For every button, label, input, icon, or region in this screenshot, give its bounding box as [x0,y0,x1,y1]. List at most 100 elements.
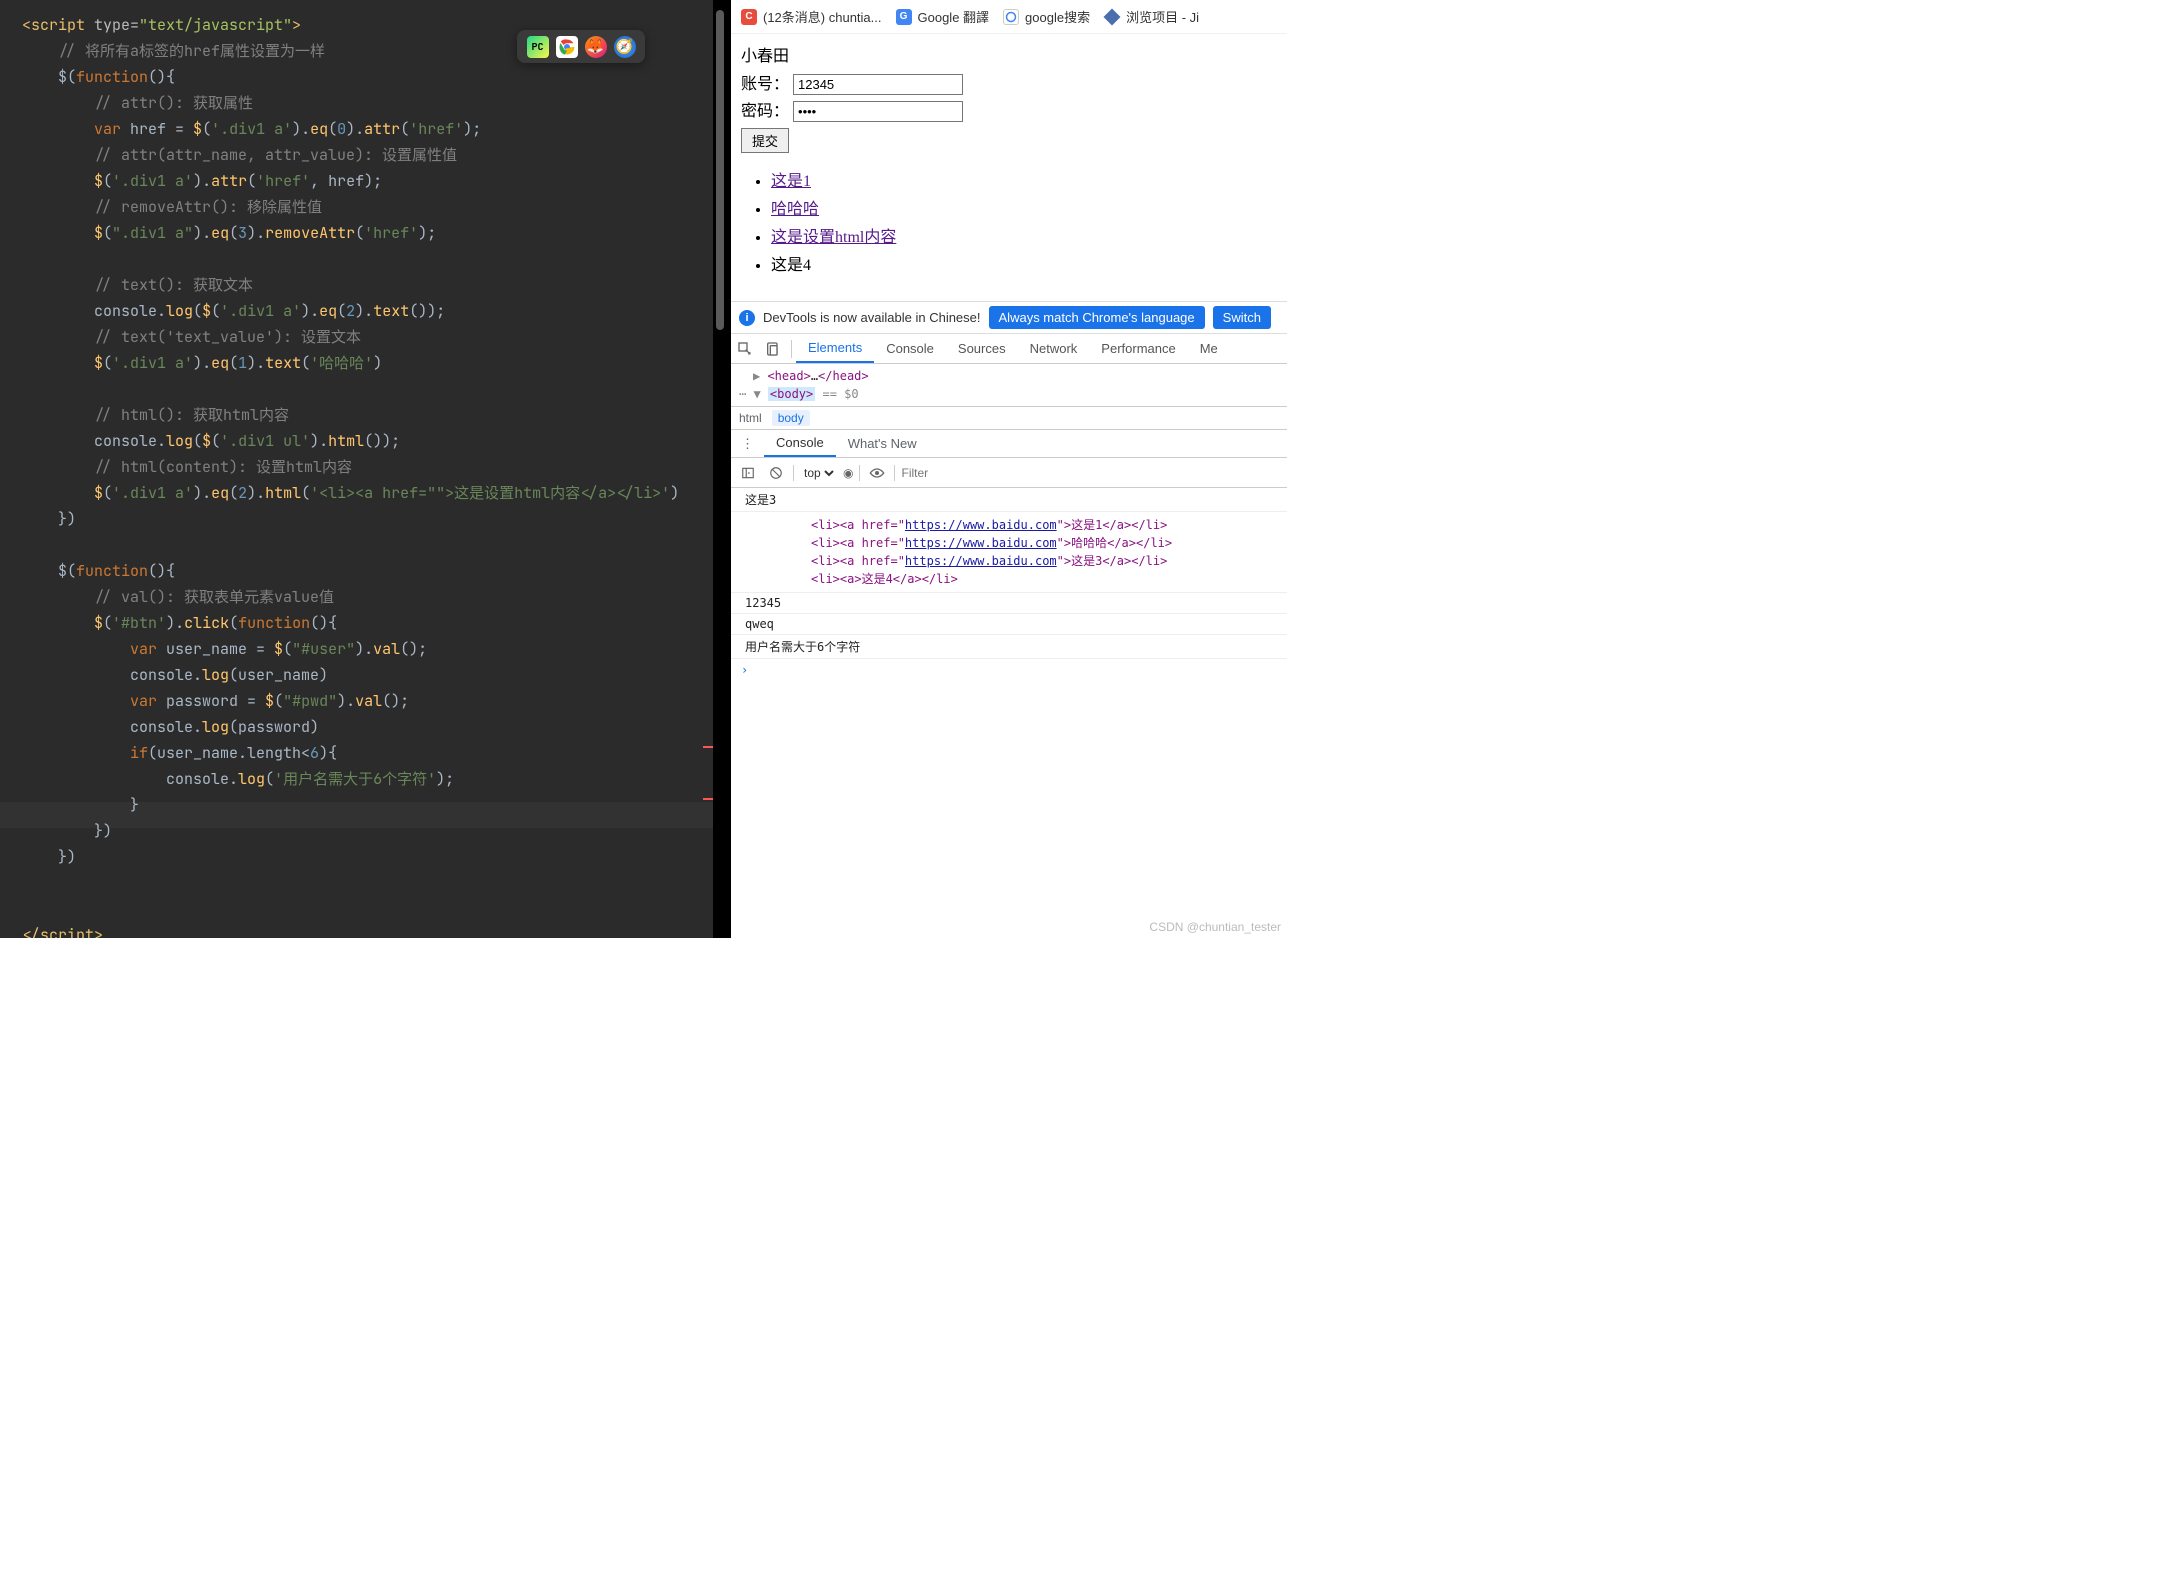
code-line [0,246,713,272]
code-line: console.log($('.div1 ul').html()); [0,428,713,454]
bookmark-item[interactable]: GGoogle 翻譯 [896,7,990,26]
jira-icon [1104,9,1120,25]
separator [894,465,895,481]
drawer-tabs: ⋮ Console What's New [731,430,1287,458]
list-link[interactable]: 这是设置html内容 [771,229,896,246]
console-row: 用户名需大于6个字符 [731,635,1287,659]
bookmark-label: google搜索 [1025,7,1090,26]
match-language-button[interactable]: Always match Chrome's language [989,306,1205,329]
watermark: CSDN @chuntian_tester [1149,920,1281,934]
page-content: 小春田 账号： 密码： 提交 这是1 哈哈哈 这是设置html内容 这是4 [731,34,1287,287]
scrollbar-thumb[interactable] [716,10,724,330]
switch-language-button[interactable]: Switch [1213,306,1271,329]
pycharm-icon[interactable]: PC [527,36,549,58]
banner-text: DevTools is now available in Chinese! [763,310,981,325]
code-line: $('#btn').click(function(){ [0,610,713,636]
code-line: }) [0,844,713,870]
bookmark-label: (12条消息) chuntia... [763,7,882,26]
code-line: </script> [0,922,713,938]
code-line: var user_name = $("#user").val(); [0,636,713,662]
code-line: // attr(): 获取属性 [0,90,713,116]
list-item: 这是4 [771,251,1277,275]
console-prompt[interactable]: › [731,659,1287,681]
tab-console[interactable]: Console [874,334,946,363]
chrome-icon[interactable] [556,36,578,58]
google-translate-icon: G [896,9,912,25]
live-expression-icon[interactable] [866,467,888,479]
list-link[interactable]: 哈哈哈 [771,201,819,218]
code-line: } [0,792,713,818]
account-row: 账号： [741,70,1277,95]
tab-more[interactable]: Me [1188,334,1230,363]
drawer-tab-whatsnew[interactable]: What's New [836,430,929,457]
code-line: $('.div1 a').attr('href', href); [0,168,713,194]
code-line: console.log('用户名需大于6个字符'); [0,766,713,792]
password-row: 密码： [741,97,1277,122]
code-line: // val(): 获取表单元素value值 [0,584,713,610]
console-row: qweq [731,614,1287,635]
bookmark-item[interactable]: C (12条消息) chuntia... [741,7,882,26]
drawer-tab-console[interactable]: Console [764,430,836,457]
drawer-more-icon[interactable]: ⋮ [731,436,764,452]
bookmark-label: 浏览项目 - Ji [1126,7,1199,26]
code-line: // text('text_value'): 设置文本 [0,324,713,350]
list-item: 这是1 [771,167,1277,191]
submit-button[interactable]: 提交 [741,128,789,153]
google-icon [1003,9,1019,25]
error-marker[interactable] [703,746,713,748]
firefox-icon[interactable]: 🦊 [585,36,607,58]
code-line: // text(): 获取文本 [0,272,713,298]
device-toggle-icon[interactable] [759,341,787,357]
dom-breadcrumb: html body [731,407,1287,430]
tab-elements[interactable]: Elements [796,334,874,363]
code-line: }) [0,818,713,844]
list-link[interactable]: 这是1 [771,173,811,190]
code-line [0,376,713,402]
info-icon: i [739,310,755,326]
code-line: console.log($('.div1 a').eq(2).text()); [0,298,713,324]
code-line: if(user_name.length<6){ [0,740,713,766]
console-sidebar-icon[interactable] [737,466,759,480]
console-row: 12345 [731,593,1287,614]
code-line: // attr(attr_name, attr_value): 设置属性值 [0,142,713,168]
safari-icon[interactable]: 🧭 [614,36,636,58]
inspect-icon[interactable] [731,341,759,357]
code-line: var href = $('.div1 a').eq(0).attr('href… [0,116,713,142]
code-line: $('.div1 a').eq(2).html('<li><a href="">… [0,480,713,506]
code-line [0,532,713,558]
code-editor[interactable]: <script type="text/javascript"> // 将所有a标… [0,0,713,938]
filter-input[interactable] [901,466,1281,480]
clear-console-icon[interactable] [765,466,787,480]
console-toolbar: top ◉ [731,458,1287,488]
account-label: 账号： [741,76,789,93]
browser-pane: C(12条消息) chuntia... GGoogle 翻譯 google搜索 … [731,0,1287,938]
error-marker[interactable] [703,798,713,800]
console-output: 这是3 <li><a href="https://www.baidu.com">… [731,488,1287,681]
code-line: }) [0,506,713,532]
code-line: // html(): 获取html内容 [0,402,713,428]
tab-network[interactable]: Network [1018,334,1090,363]
bookmark-item[interactable]: google搜索 [1003,7,1090,26]
separator [859,465,860,481]
bookmarks-bar: C(12条消息) chuntia... GGoogle 翻譯 google搜索 … [731,0,1287,34]
separator [793,465,794,481]
breadcrumb-item[interactable]: html [739,411,762,425]
macos-dock: PC 🦊 🧭 [517,30,645,63]
bookmark-item[interactable]: 浏览项目 - Ji [1104,7,1199,26]
context-select[interactable]: top [800,465,837,481]
tab-performance[interactable]: Performance [1089,334,1187,363]
console-row: <li><a href="https://www.baidu.com">这是1<… [731,512,1287,593]
code-line: var password = $("#pwd").val(); [0,688,713,714]
tab-sources[interactable]: Sources [946,334,1018,363]
csdn-icon: C [741,9,757,25]
code-line: console.log(user_name) [0,662,713,688]
code-line: $('.div1 a').eq(1).text('哈哈哈') [0,350,713,376]
password-input[interactable] [793,101,963,122]
code-line: $(function(){ [0,558,713,584]
password-label: 密码： [741,103,789,120]
code-line: // html(content): 设置html内容 [0,454,713,480]
account-input[interactable] [793,74,963,95]
dom-tree[interactable]: ▶ <head>…</head> ⋯ ▼ <body> == $0 [731,364,1287,407]
link-list: 这是1 哈哈哈 这是设置html内容 这是4 [771,167,1277,275]
breadcrumb-item[interactable]: body [772,410,810,426]
